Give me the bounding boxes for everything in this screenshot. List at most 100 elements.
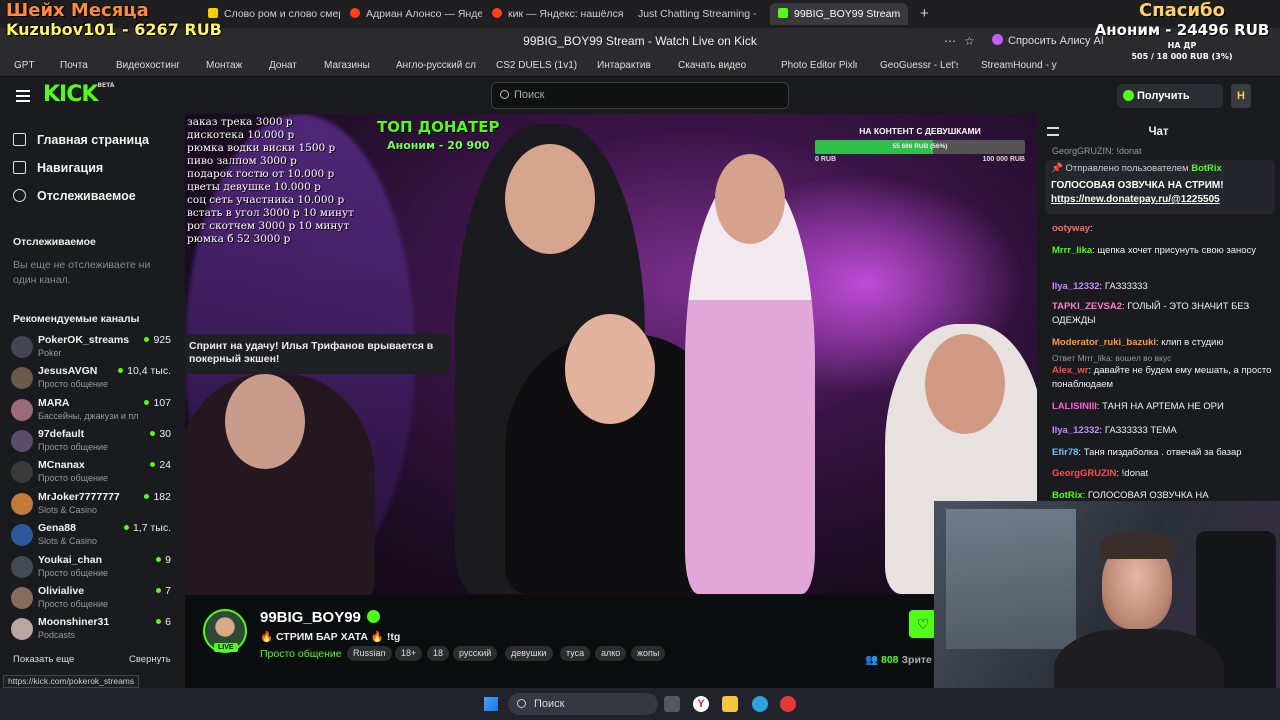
chat-username[interactable]: GeorgGRUZIN (1052, 468, 1116, 479)
stream-tag[interactable]: 18+ (395, 646, 423, 661)
channel-item[interactable]: PokerOK_streams Poker 925 (11, 334, 171, 364)
bookmark-item[interactable]: Почта (60, 55, 88, 77)
nav-browse[interactable]: Навигация (13, 158, 103, 178)
channel-name: Gena88 (38, 522, 76, 534)
channel-item[interactable]: Moonshiner31 Podcasts 6 (11, 616, 171, 646)
taskbar-search[interactable]: Поиск (508, 693, 658, 715)
bookmark-item[interactable]: Photo Editor Pixlr (781, 55, 857, 77)
telegram-icon[interactable] (752, 696, 768, 712)
chat-username[interactable]: ootyway (1052, 223, 1090, 234)
task-view-icon[interactable] (664, 696, 680, 712)
bookmark-item[interactable]: Интарактив (597, 55, 651, 77)
chat-text: щепка хочет присунуть свою заносу (1097, 245, 1257, 256)
channel-category: Просто общение (38, 568, 108, 578)
live-badge: LIVE (214, 643, 238, 652)
chat-text: ГОЛОСОВАЯ ОЗВУЧКА НА (1087, 490, 1209, 501)
stream-tag[interactable]: жопы (631, 646, 666, 661)
channel-item[interactable]: MCnanax Просто общение 24 (11, 459, 171, 489)
chat-text: !donat (1121, 468, 1149, 479)
chat-text: ГАЗ33333 (1104, 281, 1148, 292)
channel-viewers: 1,7 тыс. (124, 522, 171, 534)
bookmark-item[interactable]: GPT (14, 55, 35, 77)
pinned-link[interactable]: https://new.donatepay.ru/@1225505 (1051, 194, 1269, 205)
bookmark-item[interactable]: Скачать видео (678, 55, 746, 77)
channel-viewers: 925 (144, 334, 171, 346)
stream-tag[interactable]: туса (560, 646, 591, 661)
top-donor-value: Аноним - 20 900 (387, 139, 490, 152)
menu-icon[interactable] (16, 90, 30, 102)
new-tab-button[interactable]: + (912, 3, 936, 25)
tab-label: Слово ром и слово смерт (224, 8, 340, 20)
chat-username[interactable]: BotRix (1052, 490, 1083, 501)
channel-name: JesusAVGN (38, 365, 98, 377)
bookmark-item[interactable]: Монтаж (206, 55, 242, 77)
channel-item[interactable]: 97default Просто общение 30 (11, 428, 171, 458)
channel-avatar (11, 493, 33, 515)
channel-item[interactable]: JesusAVGN Просто общение 10,4 тыс. (11, 365, 171, 395)
channel-avatar (11, 556, 33, 578)
status-url: https://kick.com/pokerok_streams (3, 675, 140, 688)
follow-button[interactable]: ♡ (909, 610, 937, 638)
nav-home[interactable]: Главная страница (13, 130, 149, 150)
channel-name: MCnanax (38, 459, 85, 471)
app-icon[interactable] (780, 696, 796, 712)
nav-following[interactable]: Отслеживаемое (13, 186, 136, 206)
nav-label: Отслеживаемое (37, 189, 136, 203)
browser-tab[interactable]: Just Chatting Streaming - (630, 3, 766, 25)
following-empty-text: Вы еще не отслеживаете ни один канал. (13, 259, 151, 286)
chat-username[interactable]: Ilya_12332 (1052, 425, 1100, 436)
bookmark-item[interactable]: CS2 DUELS (1v1) (496, 55, 577, 77)
stream-tag[interactable]: 18 (427, 646, 450, 661)
yandex-browser-icon[interactable]: Y (693, 696, 709, 712)
bookmark-icon[interactable]: ☆ (964, 28, 975, 55)
stream-category[interactable]: Просто общение (260, 648, 342, 660)
browser-tab[interactable]: кик — Яндекс: нашёлся 1 (484, 3, 624, 25)
bookmark-item[interactable]: Англо-русский сл (396, 55, 484, 77)
chat-username[interactable]: Efir78 (1052, 447, 1078, 458)
channel-item[interactable]: Gena88 Slots & Casino 1,7 тыс. (11, 522, 171, 552)
chat-reply-context: Ответ Mrrr_lika: вошел во вкус (1052, 353, 1172, 363)
chat-username[interactable]: Mrrr_lika (1052, 245, 1092, 256)
chat-message: Ilya_12332: ГАЗ33333 (1052, 280, 1272, 294)
more-icon[interactable]: ⋯ (944, 28, 956, 55)
channel-item[interactable]: MARA Бассейны, джакузи и пл 107 (11, 397, 171, 427)
bookmark-item[interactable]: Видеохостинг (116, 55, 180, 77)
bookmark-item[interactable]: StreamHound - y (981, 55, 1057, 77)
channel-viewers: 182 (144, 491, 171, 503)
channel-item[interactable]: Youkai_chan Просто общение 9 (11, 554, 171, 584)
video-face (925, 334, 1005, 434)
browser-tab[interactable]: Адриан Алонсо — Яндекс (342, 3, 482, 25)
video-face (565, 314, 655, 424)
stream-tag[interactable]: девушки (505, 646, 553, 661)
kick-logo[interactable]: KICKBETA (43, 82, 114, 107)
stream-tag[interactable]: русский (453, 646, 498, 661)
viewers-icon: 👥 (865, 654, 879, 666)
stream-tag[interactable]: алко (595, 646, 627, 661)
file-explorer-icon[interactable] (722, 696, 738, 712)
channel-viewers: 10,4 тыс. (118, 365, 171, 377)
chat-username[interactable]: Ilya_12332 (1052, 281, 1100, 292)
streamer-name[interactable]: 99BIG_BOY99 (260, 609, 380, 626)
browser-tab-active[interactable]: 99BIG_BOY99 Stream✕ (770, 3, 908, 25)
taskbar-search-label: Поиск (534, 698, 565, 710)
collapse-button[interactable]: Свернуть (129, 654, 171, 665)
bookmark-item[interactable]: Магазины (324, 55, 370, 77)
channel-item[interactable]: Olivialive Просто общение 7 (11, 585, 171, 615)
chat-message: Moderator_ruki_bazuki: клип в студию (1052, 336, 1272, 350)
bookmark-item[interactable]: Донат (269, 55, 297, 77)
channel-item[interactable]: MrJoker7777777 Slots & Casino 182 (11, 491, 171, 521)
show-more-button[interactable]: Показать еще (13, 654, 74, 665)
bookmark-item[interactable]: GeoGuessr - Let's (880, 55, 958, 77)
get-kicks-button[interactable]: Получить KICKs (1117, 84, 1223, 126)
user-avatar[interactable]: H (1231, 84, 1251, 108)
channel-name: Moonshiner31 (38, 616, 110, 628)
stream-info: LIVE 99BIG_BOY99 🔥 СТРИМ БАР ХАТА 🔥 !tg … (185, 595, 1037, 688)
chat-username[interactable]: LALISINIII (1052, 401, 1097, 412)
chat-username[interactable]: Moderator_ruki_bazuki (1052, 337, 1156, 348)
collapse-chat-icon[interactable] (1047, 127, 1059, 136)
chat-username[interactable]: Alex_wr (1052, 365, 1088, 376)
search-input[interactable]: Поиск (491, 82, 789, 109)
stream-tag[interactable]: Russian (347, 646, 392, 661)
windows-start-icon[interactable] (484, 697, 498, 711)
chat-username[interactable]: TAPKI_ZEVSA2 (1052, 301, 1122, 312)
